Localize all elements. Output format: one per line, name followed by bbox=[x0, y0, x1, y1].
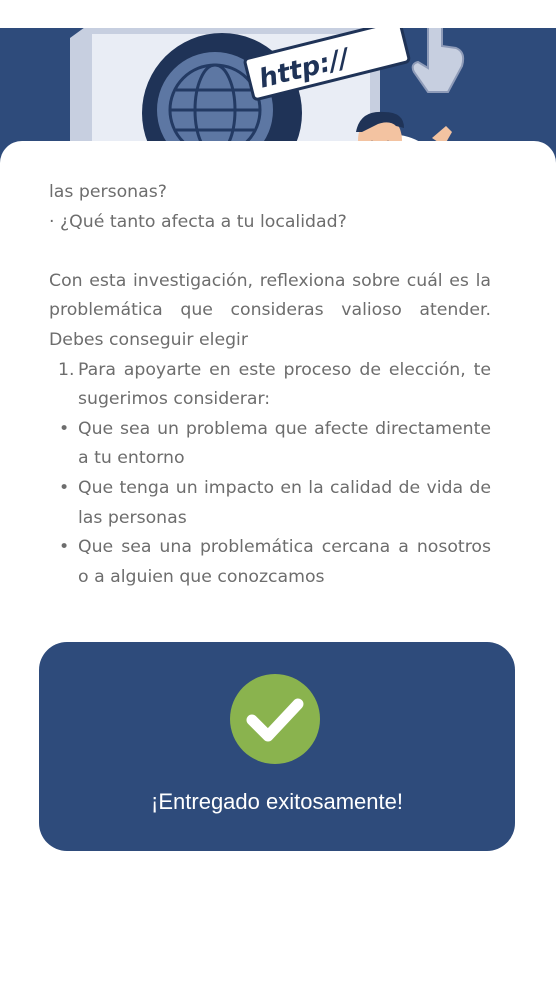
list-item: • Que sea un problema que afecte directa… bbox=[49, 415, 491, 474]
hand-cursor-icon bbox=[411, 28, 465, 93]
bullet-marker: • bbox=[59, 477, 70, 498]
bullet-marker: • bbox=[59, 418, 70, 439]
numbered-item: 1. Para apoyarte en este proceso de elec… bbox=[49, 356, 491, 415]
numbered-item-marker: 1. bbox=[58, 359, 75, 380]
checkmark-icon bbox=[246, 698, 304, 742]
list-item: • Que tenga un impacto en la calidad de … bbox=[49, 474, 491, 533]
list-item-text: Que sea un problema que afecte directame… bbox=[78, 418, 491, 469]
numbered-item-text: Para apoyarte en este proceso de elecció… bbox=[78, 359, 491, 410]
reflection-paragraph: Con esta investigación, reflexiona sobre… bbox=[49, 270, 491, 350]
success-banner: ¡Entregado exitosamente! bbox=[39, 642, 515, 851]
bullet-marker: • bbox=[59, 537, 70, 558]
intro-line: las personas? bbox=[49, 182, 167, 202]
list-item-text: Que tenga un impacto en la calidad de vi… bbox=[78, 477, 491, 528]
success-message: ¡Entregado exitosamente! bbox=[151, 789, 403, 814]
question-line: · ¿Qué tanto afecta a tu localidad? bbox=[49, 211, 347, 232]
instructions-text: las personas? · ¿Qué tanto afecta a tu l… bbox=[49, 178, 491, 592]
list-item-text: Que sea una problemática cercana a nosot… bbox=[78, 537, 491, 587]
success-badge bbox=[230, 674, 320, 764]
list-item: • Que sea una problemática cercana a nos… bbox=[49, 533, 491, 592]
